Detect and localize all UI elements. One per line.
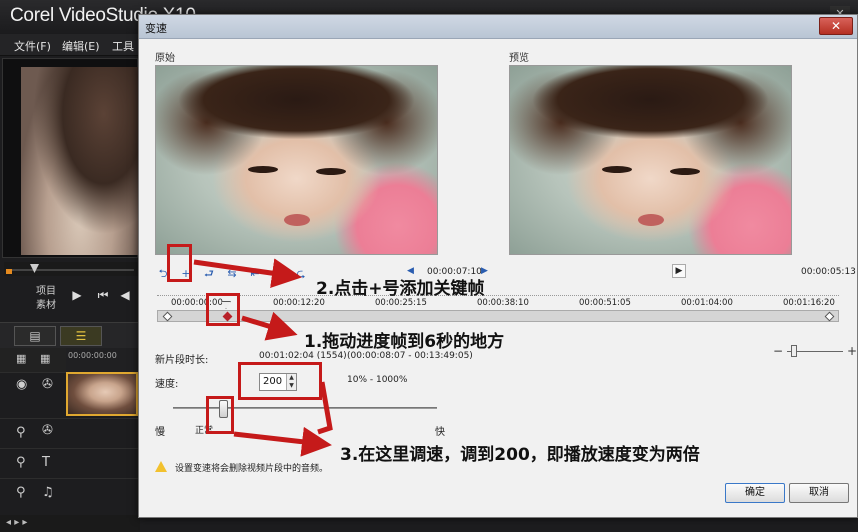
audio-track: ⚲ ♫	[0, 478, 140, 508]
original-image-detail	[248, 166, 278, 173]
warning-icon	[155, 461, 167, 472]
slow-label: 慢	[155, 427, 165, 438]
reverse-keyframe-icon[interactable]: ⇆	[224, 267, 240, 280]
video-clip-thumbnail[interactable]	[66, 372, 138, 416]
audio-link-icon[interactable]: ⚲	[16, 485, 26, 500]
dialog-titlebar[interactable]: 变速 ✕	[139, 15, 857, 39]
prev-frame-icon[interactable]: ◀	[116, 288, 134, 302]
preview-label: 预览	[509, 53, 529, 64]
player-scrubber[interactable]	[4, 262, 138, 276]
ruler-tick: 00:01:16:20	[783, 298, 835, 308]
preview-timecode: 00:00:05:13	[801, 267, 856, 277]
dialog-close-button[interactable]: ✕	[819, 17, 853, 35]
annotation-step2: 2.点击+号添加关键帧	[316, 279, 485, 299]
ruler-tick: 00:00:25:15	[375, 298, 427, 308]
overlay-track: ⚲ ✇	[0, 418, 140, 448]
next-keyframe-icon[interactable]: ⇥	[270, 267, 286, 280]
trim-marker[interactable]	[6, 269, 12, 274]
title-track: ⚲ T	[0, 448, 140, 478]
keyframe-ruler: 00:00:00:00 00:00:12:20 00:00:25:15 00:0…	[157, 295, 839, 309]
overlay-reel-icon: ✇	[42, 423, 53, 438]
keyframe-end[interactable]	[824, 311, 835, 322]
track-manager-icon[interactable]: ▦	[16, 352, 26, 365]
player-frame-image	[21, 67, 139, 255]
ruler-tick: 00:00:51:05	[579, 298, 631, 308]
preview-image-detail	[602, 166, 632, 173]
link-icon[interactable]: ⚲	[16, 425, 26, 440]
speed-label: 速度:	[155, 379, 179, 390]
skip-start-icon[interactable]: ⏮	[94, 288, 112, 302]
zoom-out-icon[interactable]: −	[773, 344, 783, 358]
player-preview	[2, 58, 139, 258]
original-image-detail	[316, 168, 346, 175]
annotation-step1: 1.拖动进度帧到6秒的地方	[304, 332, 505, 352]
original-pane	[155, 65, 438, 255]
new-clip-range: (00:00:08:07 - 00:13:49:05)	[347, 351, 473, 361]
ruler-tick: 00:00:12:20	[273, 298, 325, 308]
ok-button[interactable]: 确定	[725, 483, 785, 503]
title-track-icon: T	[42, 455, 50, 470]
project-label[interactable]: 项目	[36, 282, 56, 297]
keyframe-start[interactable]	[162, 311, 173, 322]
original-label: 原始	[155, 53, 175, 64]
menu-file[interactable]: 文件(F)	[14, 38, 51, 54]
highlight-add-keyframe	[167, 244, 192, 282]
menu-tools[interactable]: 工具	[112, 38, 134, 54]
timeline-view-icon[interactable]: ☰	[60, 326, 102, 346]
clip-label[interactable]: 素材	[36, 296, 56, 311]
storyboard-view-icon[interactable]: ▤	[14, 326, 56, 346]
timeline-scrollbar[interactable]: ◂ ▸ ▸	[0, 515, 140, 532]
keyframe-bar[interactable]	[157, 310, 839, 322]
go-to-last-icon[interactable]: ⮎	[293, 265, 309, 284]
timeline-ruler[interactable]: 00:00:00:00	[66, 348, 138, 372]
ruler-tick: 00:00:38:10	[477, 298, 529, 308]
track-visibility-icon[interactable]: ◉	[16, 377, 27, 392]
title-link-icon[interactable]: ⚲	[16, 455, 26, 470]
menu-edit[interactable]: 编辑(E)	[62, 38, 100, 54]
ruler-tick: 00:01:04:00	[681, 298, 733, 308]
original-image-detail	[284, 214, 310, 226]
app-menubar: 文件(F) 编辑(E) 工具	[0, 34, 140, 56]
speed-range: 10% - 1000%	[347, 375, 408, 385]
preview-play-button[interactable]: ▶	[672, 264, 686, 278]
warning-text: 设置变速将会删除视频片段中的音频。	[175, 464, 329, 474]
preview-pane	[509, 65, 792, 255]
zoom-in-icon[interactable]: +	[847, 344, 857, 358]
new-clip-length-value[interactable]: 00:01:02:04 (1554)	[259, 351, 347, 361]
zoom-thumb[interactable]	[791, 345, 797, 357]
highlight-playhead	[206, 293, 240, 326]
highlight-speed-input	[238, 362, 322, 400]
dialog-title: 变速	[145, 22, 167, 35]
scrubber-track	[10, 269, 134, 271]
preview-image-detail	[670, 168, 700, 175]
remove-keyframe-icon[interactable]: ⮐	[201, 265, 217, 284]
zoom-slider[interactable]: − +	[773, 344, 857, 358]
cancel-button[interactable]: 取消	[789, 483, 849, 503]
fast-label: 快	[435, 427, 445, 438]
preview-image-detail	[638, 214, 664, 226]
music-note-icon: ♫	[42, 485, 54, 500]
annotation-step3: 3.在这里调速，调到200，即播放速度变为两倍	[340, 445, 700, 465]
video-reel-icon: ✇	[42, 377, 53, 392]
prev-keyframe-icon[interactable]: ⇤	[247, 267, 263, 280]
highlight-speed-slider	[206, 396, 234, 434]
chapter-icon[interactable]: ▦	[40, 352, 50, 365]
play-icon[interactable]: ▶	[68, 288, 86, 302]
new-clip-length-label: 新片段时长:	[155, 355, 209, 366]
player-controls: 项目 素材 ▶ ⏮ ◀	[2, 280, 138, 314]
timeline-toolbar: ▤ ☰	[0, 322, 140, 348]
